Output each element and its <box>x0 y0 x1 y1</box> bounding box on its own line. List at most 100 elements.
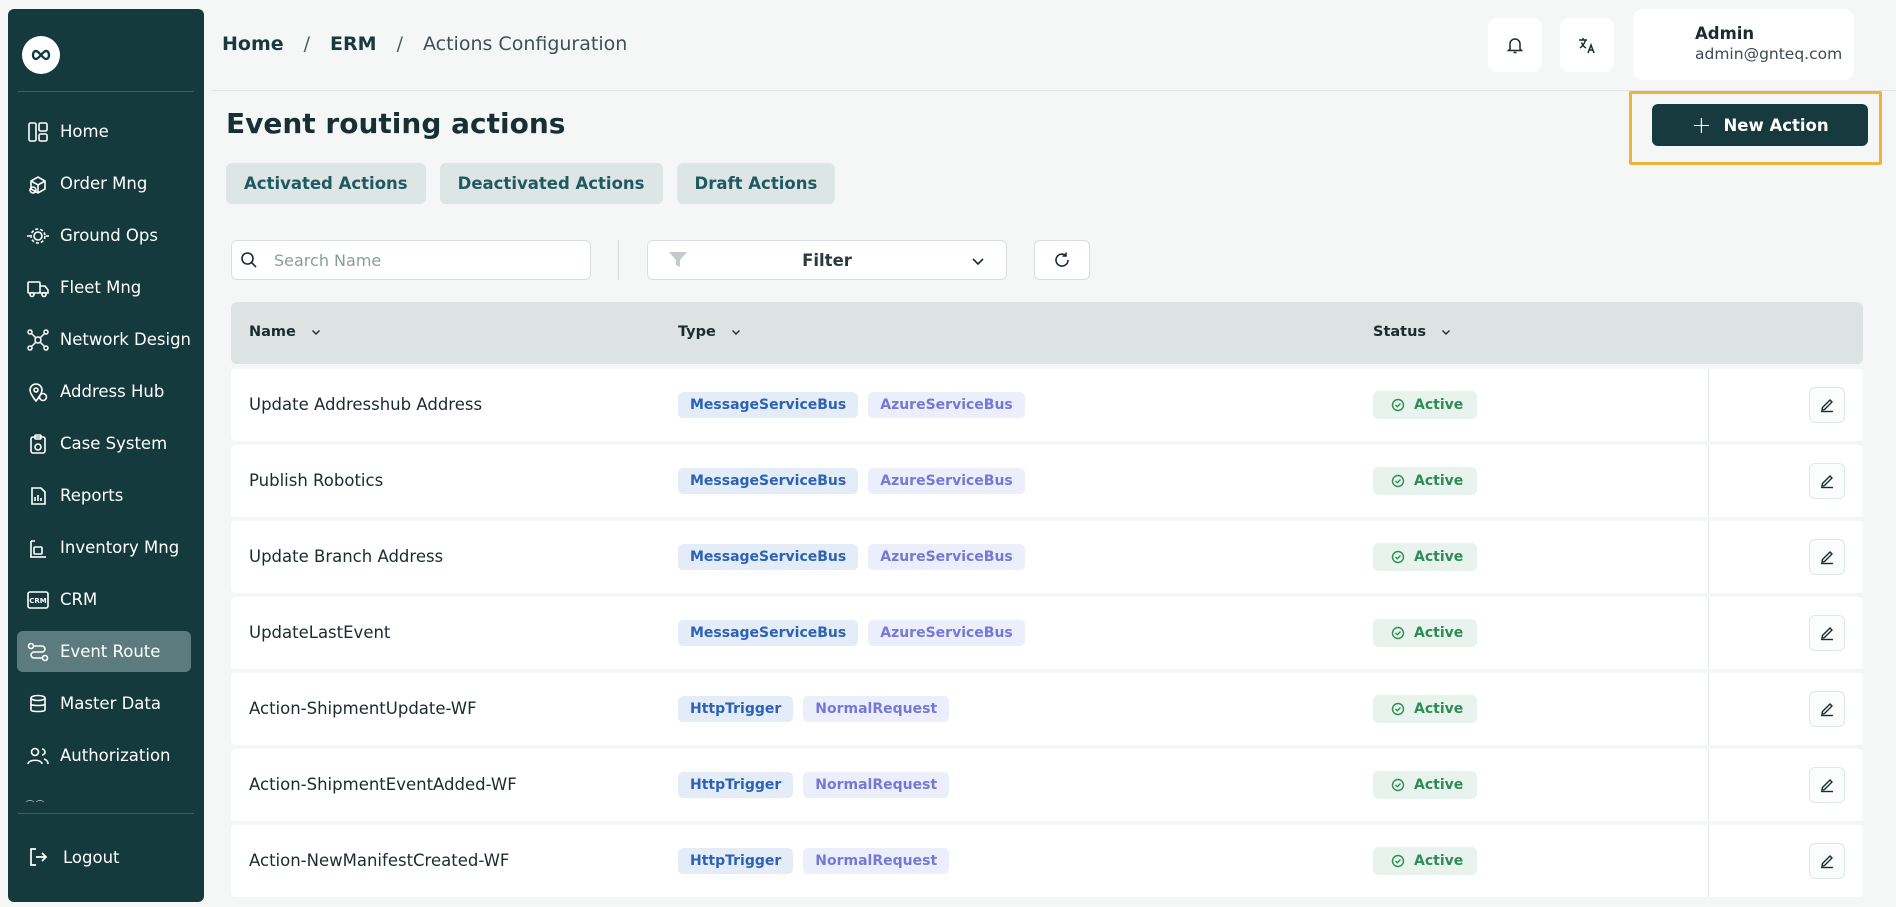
table-row[interactable]: Update Addresshub Address MessageServiceB… <box>231 369 1863 441</box>
notifications-button[interactable] <box>1488 18 1542 72</box>
action-name: Action-ShipmentUpdate-WF <box>249 699 477 718</box>
sidebar-item-label: Address Hub <box>60 382 165 401</box>
type-badge: NormalRequest <box>803 848 950 874</box>
type-badge: HttpTrigger <box>678 696 794 722</box>
edit-button[interactable] <box>1809 767 1845 803</box>
action-name: Action-ShipmentEventAdded-WF <box>249 775 517 794</box>
sidebar-divider <box>18 813 194 814</box>
column-label: Name <box>249 324 296 340</box>
toolbar-divider <box>618 240 619 280</box>
sidebar-item-fleet-mng[interactable]: Fleet Mng <box>17 267 191 308</box>
user-profile-card[interactable]: Admin admin@gnteq.com <box>1633 9 1854 80</box>
action-name: Update Branch Address <box>249 547 444 566</box>
user-email: admin@gnteq.com <box>1695 45 1843 63</box>
status-badge: Active <box>1373 619 1478 647</box>
type-cell: MessageServiceBus AzureServiceBus <box>678 392 1035 418</box>
column-header-type[interactable]: Type <box>678 324 742 340</box>
type-cell: MessageServiceBus AzureServiceBus <box>678 620 1035 646</box>
table-row[interactable]: Action-ShipmentUpdate-WF HttpTrigger Norma… <box>231 673 1863 745</box>
sidebar-item-crm[interactable]: CRM CRM <box>17 579 191 620</box>
breadcrumb-home[interactable]: Home <box>222 33 284 55</box>
edit-button[interactable] <box>1809 539 1845 575</box>
report-icon <box>25 483 51 509</box>
filter-label: Filter <box>802 250 852 270</box>
status-label: Active <box>1414 397 1464 413</box>
sidebar-item-reports[interactable]: Reports <box>17 475 191 516</box>
check-circle-icon <box>1391 626 1405 640</box>
app-logo[interactable] <box>22 36 60 74</box>
sidebar-item-label: Home <box>60 122 109 141</box>
type-cell: HttpTrigger NormalRequest <box>678 772 959 798</box>
edit-button[interactable] <box>1809 843 1845 879</box>
sidebar-item-address-hub[interactable]: Address Hub <box>17 371 191 412</box>
status-label: Active <box>1414 473 1464 489</box>
edit-button[interactable] <box>1809 387 1845 423</box>
status-badge: Active <box>1373 391 1478 419</box>
check-circle-icon <box>1391 702 1405 716</box>
language-button[interactable] <box>1560 18 1614 72</box>
truck-icon <box>25 275 51 301</box>
table-row[interactable]: Publish Robotics MessageServiceBus AzureSe… <box>231 445 1863 517</box>
type-badge: MessageServiceBus <box>678 468 859 494</box>
breadcrumb-separator: / <box>303 33 311 55</box>
column-divider <box>1708 825 1709 897</box>
type-cell: MessageServiceBus AzureServiceBus <box>678 468 1035 494</box>
sidebar-item-authorization[interactable]: Authorization <box>17 735 191 776</box>
tab-deactivated-actions[interactable]: Deactivated Actions <box>439 163 663 204</box>
clipboard-icon <box>25 431 51 457</box>
pencil-icon <box>1821 627 1833 641</box>
pencil-icon <box>1821 399 1833 413</box>
logout-button[interactable]: Logout <box>25 844 120 870</box>
sidebar-item-inventory-mng[interactable]: Inventory Mng <box>17 527 191 568</box>
column-divider <box>1708 673 1709 745</box>
edit-button[interactable] <box>1809 615 1845 651</box>
edit-button[interactable] <box>1809 463 1845 499</box>
table-row[interactable]: UpdateLastEvent MessageServiceBus AzureSer… <box>231 597 1863 669</box>
sidebar-item-home[interactable]: Home <box>17 111 191 152</box>
infinity-logo-icon <box>31 49 51 61</box>
edit-button[interactable] <box>1809 691 1845 727</box>
sidebar-item-master-data[interactable]: Master Data <box>17 683 191 724</box>
type-cell: MessageServiceBus AzureServiceBus <box>678 544 1035 570</box>
logout-label: Logout <box>63 847 120 867</box>
type-badge: MessageServiceBus <box>678 620 859 646</box>
table-row[interactable]: Action-ShipmentEventAdded-WF HttpTrigger N… <box>231 749 1863 821</box>
type-badge: NormalRequest <box>803 696 950 722</box>
column-header-name[interactable]: Name <box>249 324 322 340</box>
tab-draft-actions[interactable]: Draft Actions <box>676 163 836 204</box>
search-box <box>231 240 591 280</box>
type-badge: AzureServiceBus <box>868 620 1025 646</box>
sidebar-item-label: Case System <box>60 434 168 453</box>
sidebar-item-event-route[interactable]: Event Route <box>17 631 191 672</box>
layout-icon <box>25 119 51 145</box>
sidebar-item-case-system[interactable]: Case System <box>17 423 191 464</box>
filter-dropdown[interactable]: Filter <box>647 240 1007 280</box>
refresh-button[interactable] <box>1034 240 1090 280</box>
inventory-icon <box>25 535 51 561</box>
pencil-icon <box>1821 703 1833 717</box>
database-icon <box>25 691 51 717</box>
sidebar-divider <box>18 91 194 92</box>
table-row[interactable]: Update Branch Address MessageServiceBus Az… <box>231 521 1863 593</box>
sidebar-item-label: Reports <box>60 486 124 505</box>
type-badge: MessageServiceBus <box>678 544 859 570</box>
tab-activated-actions[interactable]: Activated Actions <box>226 163 426 204</box>
check-circle-icon <box>1391 550 1405 564</box>
action-name: Publish Robotics <box>249 471 384 490</box>
new-action-button[interactable]: + New Action <box>1652 104 1868 146</box>
sidebar-item-label: Event Route <box>60 642 161 661</box>
sidebar-item-ground-ops[interactable]: Ground Ops <box>17 215 191 256</box>
sidebar-item-network-design[interactable]: Network Design <box>17 319 191 360</box>
sidebar-item-order-mng[interactable]: Order Mng <box>17 163 191 204</box>
table-row[interactable]: Action-NewManifestCreated-WF HttpTrigger N… <box>231 825 1863 897</box>
sidebar-nav: Home Order Mng Ground Ops Fleet Mng Netw… <box>17 111 191 787</box>
type-badge: HttpTrigger <box>678 772 794 798</box>
check-circle-icon <box>1391 778 1405 792</box>
status-badge: Active <box>1373 695 1478 723</box>
status-badge: Active <box>1373 467 1478 495</box>
search-input[interactable] <box>274 250 574 270</box>
column-header-status[interactable]: Status <box>1373 324 1452 340</box>
bell-icon <box>1506 38 1524 54</box>
breadcrumb: Home / ERM / Actions Configuration <box>222 33 627 55</box>
breadcrumb-erm[interactable]: ERM <box>330 33 377 55</box>
